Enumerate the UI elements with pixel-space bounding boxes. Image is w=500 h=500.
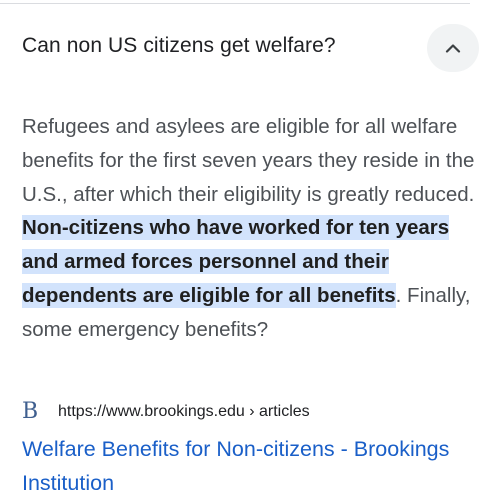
question-text: Can non US citizens get welfare? (22, 34, 336, 57)
collapse-button[interactable] (427, 24, 479, 72)
source-url[interactable]: https://www.brookings.edu › articles (58, 403, 310, 421)
answer-text: Refugees and asylees are eligible for al… (22, 110, 482, 347)
answer-highlight: Non-citizens who have worked for ten yea… (22, 215, 450, 308)
top-divider (0, 3, 470, 4)
chevron-up-icon (445, 43, 461, 53)
question-row[interactable]: Can non US citizens get welfare? (0, 20, 500, 76)
brookings-favicon-icon: B (22, 399, 39, 424)
source-row[interactable]: B https://www.brookings.edu › articles (22, 399, 310, 425)
answer-text-part1: Refugees and asylees are eligible for al… (22, 115, 475, 206)
result-title-link[interactable]: Welfare Benefits for Non-citizens - Broo… (22, 432, 492, 500)
